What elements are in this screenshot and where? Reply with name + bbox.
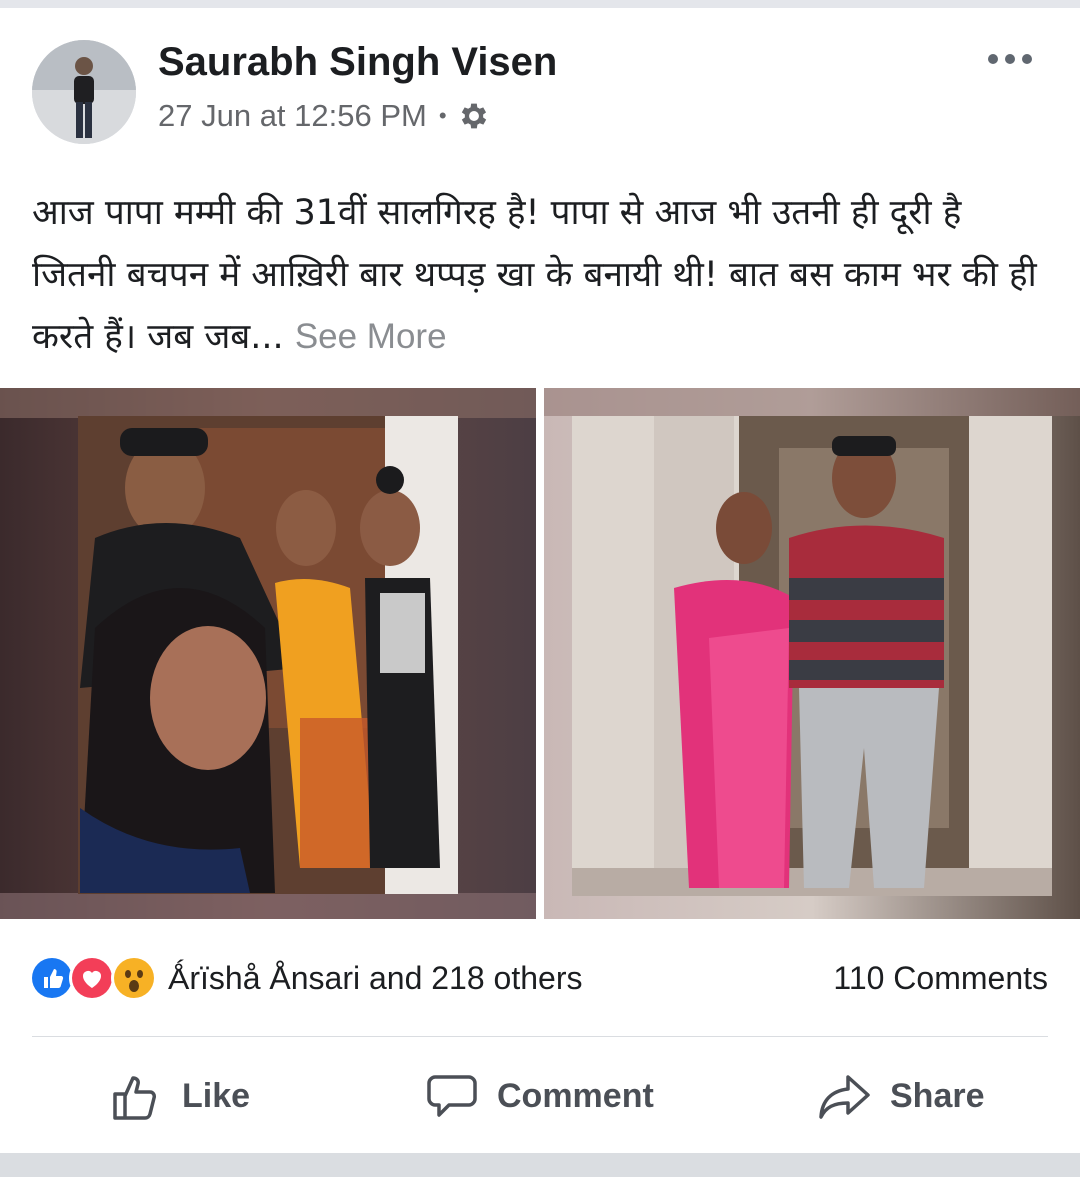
feed-separator-top: [0, 0, 1080, 8]
family-selfie-photo[interactable]: [0, 388, 536, 919]
see-more-link[interactable]: See More: [295, 317, 447, 356]
like-button[interactable]: Like: [110, 1060, 250, 1132]
like-label: Like: [182, 1076, 251, 1115]
post-meta: 27 Jun at 12:56 PM •: [158, 98, 491, 134]
author-name[interactable]: Saurabh Singh Visen: [158, 40, 557, 85]
comments-count[interactable]: 110 Comments: [833, 960, 1048, 997]
reactions-text: Ǻrïshå Ånsari and 218 others: [168, 959, 583, 996]
share-arrow-icon: [819, 1075, 870, 1119]
comment-bubble-icon: [427, 1075, 477, 1117]
avatar[interactable]: [32, 40, 136, 144]
divider: [32, 1036, 1048, 1037]
love-reaction-icon: [72, 958, 112, 998]
parents-photo[interactable]: [544, 388, 1080, 919]
thumbs-up-icon: [113, 1076, 156, 1120]
wow-reaction-icon: [114, 958, 154, 998]
share-label: Share: [890, 1076, 985, 1115]
reaction-icons: [32, 956, 160, 1000]
share-button[interactable]: Share: [818, 1060, 985, 1132]
more-options-icon[interactable]: [982, 44, 1038, 74]
feed-separator-bottom: [0, 1153, 1080, 1177]
gear-icon[interactable]: [457, 99, 491, 133]
post-body: आज पापा मम्मी की 31वीं सालगिरह है! पापा …: [32, 193, 1037, 357]
comment-button[interactable]: Comment: [425, 1060, 654, 1132]
reactions-summary[interactable]: Ǻrïshå Ånsari and 218 others: [32, 956, 582, 1000]
like-reaction-icon: [32, 958, 72, 998]
meta-separator: •: [438, 103, 447, 128]
comment-label: Comment: [497, 1076, 654, 1115]
post-text: आज पापा मम्मी की 31वीं सालगिरह है! पापा …: [32, 182, 1042, 368]
post-timestamp[interactable]: 27 Jun at 12:56 PM: [158, 98, 427, 134]
